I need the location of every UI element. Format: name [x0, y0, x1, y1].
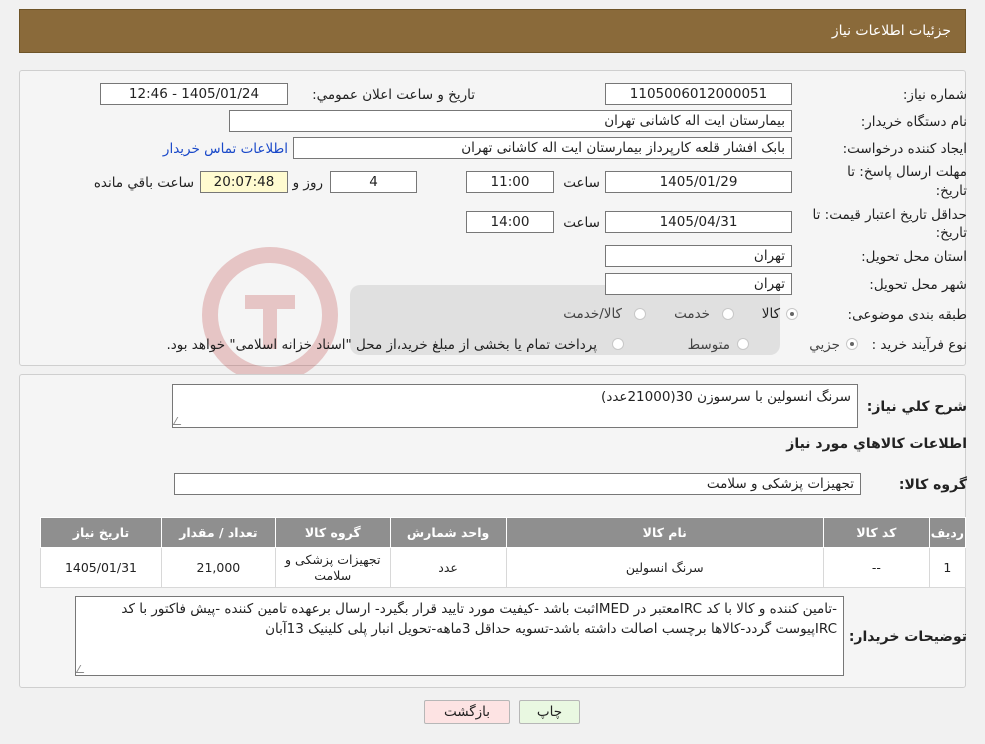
- cell-quantity: 21,000: [160, 547, 276, 588]
- deadline-label-1: مهلت ارسال پاسخ: تا: [847, 164, 967, 180]
- goods-info-title: اطلاعات کالاهاي مورد نیاز: [786, 436, 967, 452]
- category-option-goods: کالا: [761, 306, 780, 322]
- requester-label: ایجاد کننده درخواست:: [842, 141, 967, 157]
- province-label: استان محل تحویل:: [861, 249, 967, 265]
- process-radio-treasury[interactable]: [612, 338, 624, 350]
- cell-item-code: --: [822, 547, 930, 588]
- buyer-org-label: نام دستگاه خریدار:: [860, 114, 967, 130]
- validity-time-field: 14:00: [466, 211, 554, 233]
- need-number-field: 1105006012000051: [605, 83, 792, 105]
- category-option-service: خدمت: [674, 306, 710, 322]
- province-field: تهران: [605, 245, 792, 267]
- process-note: پرداخت تمام یا بخشی از مبلغ خرید،از محل …: [166, 337, 597, 353]
- page-title: جزئیات اطلاعات نیاز: [831, 23, 951, 39]
- items-table: ردیف کد کالا نام کالا واحد شمارش گروه کا…: [40, 517, 967, 588]
- deadline-time-label: ساعت: [563, 175, 600, 191]
- deadline-time-field: 11:00: [466, 171, 554, 193]
- process-option-medium: متوسط: [687, 337, 730, 353]
- header-row-number: ردیف: [928, 517, 967, 548]
- process-option-minor: جزیي: [809, 337, 840, 353]
- goods-group-label: گروه کالا:: [898, 477, 967, 493]
- resize-grip-icon: [76, 665, 89, 673]
- summary-label: شرح کلي نیاز:: [866, 399, 967, 415]
- process-radio-minor[interactable]: [846, 338, 858, 350]
- cell-group: تجهیزات پزشکی و سلامت: [274, 547, 391, 588]
- validity-label-1: حداقل تاریخ اعتبار قیمت: تا: [812, 207, 967, 223]
- validity-label-2: تاریخ:: [935, 225, 967, 241]
- resize-grip-icon: [173, 417, 186, 425]
- cell-row-number: 1: [928, 547, 967, 588]
- header-unit: واحد شمارش: [389, 517, 507, 548]
- deadline-date-field: 1405/01/29: [605, 171, 792, 193]
- notes-textarea: -تامین کننده و کالا با کد IRCمعتبر در IM…: [75, 596, 844, 676]
- contact-buyer-link[interactable]: اطلاعات تماس خریدار: [163, 141, 288, 157]
- category-radio-goods-service[interactable]: [634, 308, 646, 320]
- cell-need-date: 1405/01/31: [40, 547, 162, 588]
- print-button[interactable]: چاپ: [519, 700, 580, 724]
- remaining-time-field: 20:07:48: [200, 171, 288, 193]
- validity-time-label: ساعت: [563, 215, 600, 231]
- days-field: 4: [330, 171, 417, 193]
- category-option-goods-service: کالا/خدمت: [563, 306, 622, 322]
- deadline-label-2: تاریخ:: [935, 183, 967, 199]
- header-need-date: تاریخ نیاز: [40, 517, 162, 548]
- remaining-label: ساعت باقي مانده: [93, 175, 194, 191]
- city-field: تهران: [605, 273, 792, 295]
- announce-label: تاریخ و ساعت اعلان عمومي:: [312, 87, 475, 103]
- process-label: نوع فرآیند خرید :: [871, 337, 967, 353]
- header-item-name: نام کالا: [505, 517, 824, 548]
- requester-field: بابک افشار قلعه کارپرداز بیمارستان ایت ا…: [293, 137, 792, 159]
- city-label: شهر محل تحویل:: [869, 277, 967, 293]
- need-number-label: شماره نیاز:: [902, 87, 967, 103]
- page-header: جزئیات اطلاعات نیاز: [19, 9, 966, 53]
- process-radio-medium[interactable]: [737, 338, 749, 350]
- notes-label: توضیحات خریدار:: [848, 629, 967, 645]
- header-group: گروه کالا: [274, 517, 391, 548]
- announce-field: 1405/01/24 - 12:46: [100, 83, 288, 105]
- goods-group-field: تجهیزات پزشکی و سلامت: [174, 473, 861, 495]
- category-radio-goods[interactable]: [786, 308, 798, 320]
- notes-text: -تامین کننده و کالا با کد IRCمعتبر در IM…: [121, 601, 837, 637]
- buyer-org-field: بیمارستان ایت اله کاشانی تهران: [229, 110, 792, 132]
- cell-item-name: سرنگ انسولین: [505, 547, 824, 588]
- summary-textarea: سرنگ انسولین با سرسوزن 30(21000عدد): [172, 384, 858, 428]
- validity-date-field: 1405/04/31: [605, 211, 792, 233]
- days-label: روز و: [292, 175, 323, 191]
- category-radio-service[interactable]: [722, 308, 734, 320]
- header-item-code: کد کالا: [822, 517, 930, 548]
- table-header-row: ردیف کد کالا نام کالا واحد شمارش گروه کا…: [40, 517, 967, 548]
- table-row: 1 -- سرنگ انسولین عدد تجهیزات پزشکی و سل…: [40, 547, 967, 588]
- header-quantity: تعداد / مقدار: [160, 517, 276, 548]
- category-label: طبقه بندی موضوعی:: [847, 307, 967, 323]
- back-button[interactable]: بازگشت: [424, 700, 510, 724]
- summary-text: سرنگ انسولین با سرسوزن 30(21000عدد): [601, 389, 851, 405]
- cell-unit: عدد: [389, 547, 507, 588]
